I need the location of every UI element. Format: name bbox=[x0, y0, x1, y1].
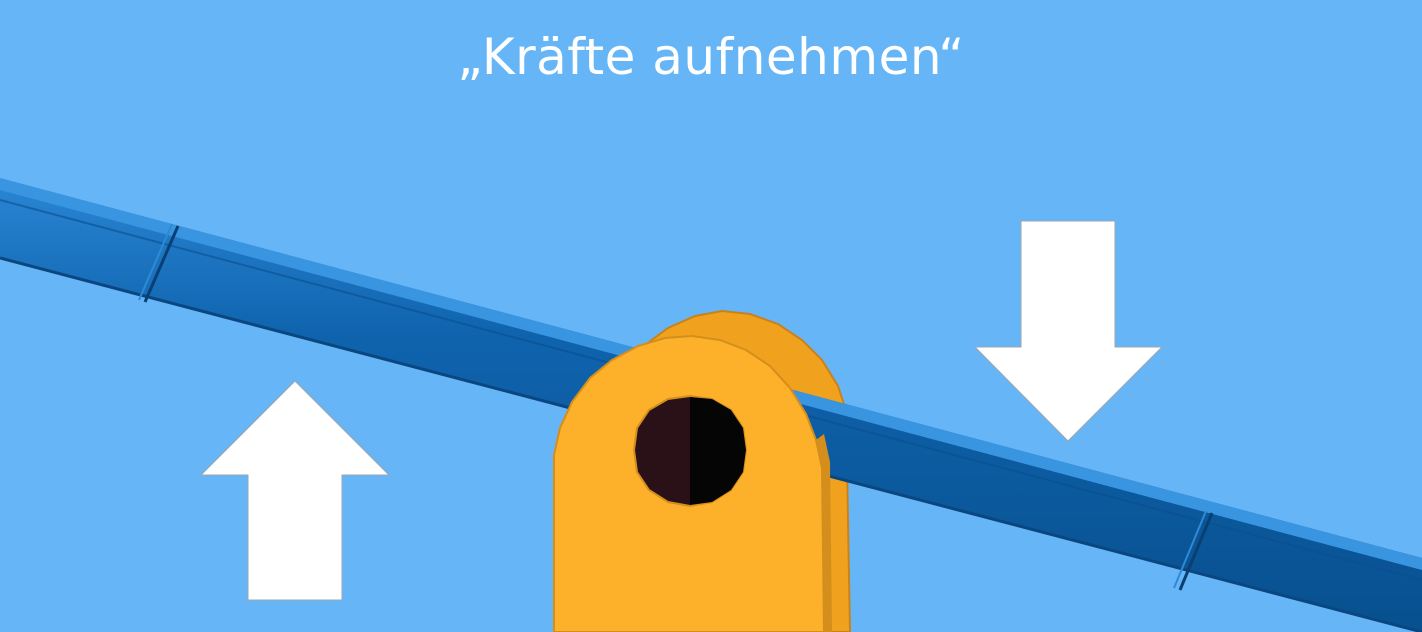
lever-diagram bbox=[0, 178, 1422, 632]
force-arrow-up-icon bbox=[199, 380, 391, 601]
force-arrow-down-icon bbox=[973, 220, 1164, 442]
pivot-pin bbox=[632, 394, 748, 508]
